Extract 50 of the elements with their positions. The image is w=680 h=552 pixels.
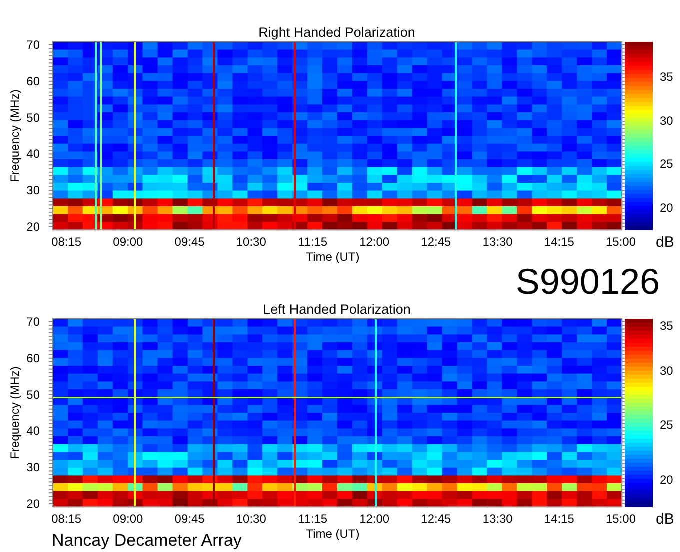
- tick-label: 35: [660, 70, 674, 84]
- tick-label: 14:15: [544, 235, 574, 249]
- plot-title: Right Handed Polarization: [258, 25, 416, 40]
- tick-label: 20: [26, 220, 40, 234]
- tick-label: 35: [660, 319, 674, 333]
- tick-label: 14:15: [544, 512, 574, 526]
- tick-label: 09:45: [174, 512, 205, 526]
- tick-label: 30: [660, 364, 674, 378]
- unit-label: dB: [656, 234, 674, 251]
- axis-label: Frequency (MHz): [8, 90, 22, 182]
- tick-label: 08:15: [52, 512, 82, 526]
- figure-label: S990126: [516, 264, 660, 300]
- tick-label: 60: [26, 351, 40, 366]
- tick-label: 09:00: [113, 235, 144, 249]
- tick-label: 08:15: [52, 235, 82, 249]
- tick-label: 20: [660, 201, 674, 215]
- axis-label: Frequency (MHz): [8, 366, 22, 460]
- tick-label: 10:30: [236, 235, 266, 249]
- tick-label: 20: [26, 497, 40, 511]
- tick-label: 40: [26, 424, 40, 438]
- tick-label: 40: [26, 147, 40, 162]
- tick-label: 15:00: [606, 235, 636, 249]
- tick-label: 11:15: [298, 235, 328, 249]
- caption: Nancay Decameter Array: [52, 531, 242, 550]
- tick-label: 09:45: [174, 235, 205, 249]
- axis-label: Time (UT): [306, 250, 360, 264]
- unit-label: dB: [656, 511, 674, 528]
- plot-title: Left Handed Polarization: [263, 302, 411, 317]
- tick-label: 11:15: [298, 512, 328, 526]
- tick-label: 50: [26, 388, 40, 402]
- tick-label: 25: [660, 418, 674, 432]
- tick-label: 70: [26, 38, 40, 52]
- tick-label: 09:00: [113, 512, 144, 526]
- tick-label: 12:00: [360, 512, 390, 526]
- tick-label: 25: [660, 157, 674, 171]
- tick-label: 13:30: [482, 235, 513, 249]
- tick-label: 12:00: [360, 235, 390, 249]
- tick-label: 13:30: [482, 512, 513, 526]
- tick-label: 30: [660, 114, 674, 128]
- tick-label: 30: [26, 184, 40, 198]
- tick-label: 12:45: [421, 512, 452, 526]
- tick-label: 20: [660, 473, 674, 487]
- axis-label: Time (UT): [306, 527, 360, 541]
- tick-label: 60: [26, 74, 40, 88]
- tick-label: 10:30: [236, 512, 266, 526]
- tick-label: 30: [26, 460, 40, 475]
- tick-label: 15:00: [606, 512, 636, 526]
- tick-label: 12:45: [421, 235, 452, 249]
- tick-label: 50: [26, 110, 40, 125]
- tick-label: 70: [26, 315, 40, 329]
